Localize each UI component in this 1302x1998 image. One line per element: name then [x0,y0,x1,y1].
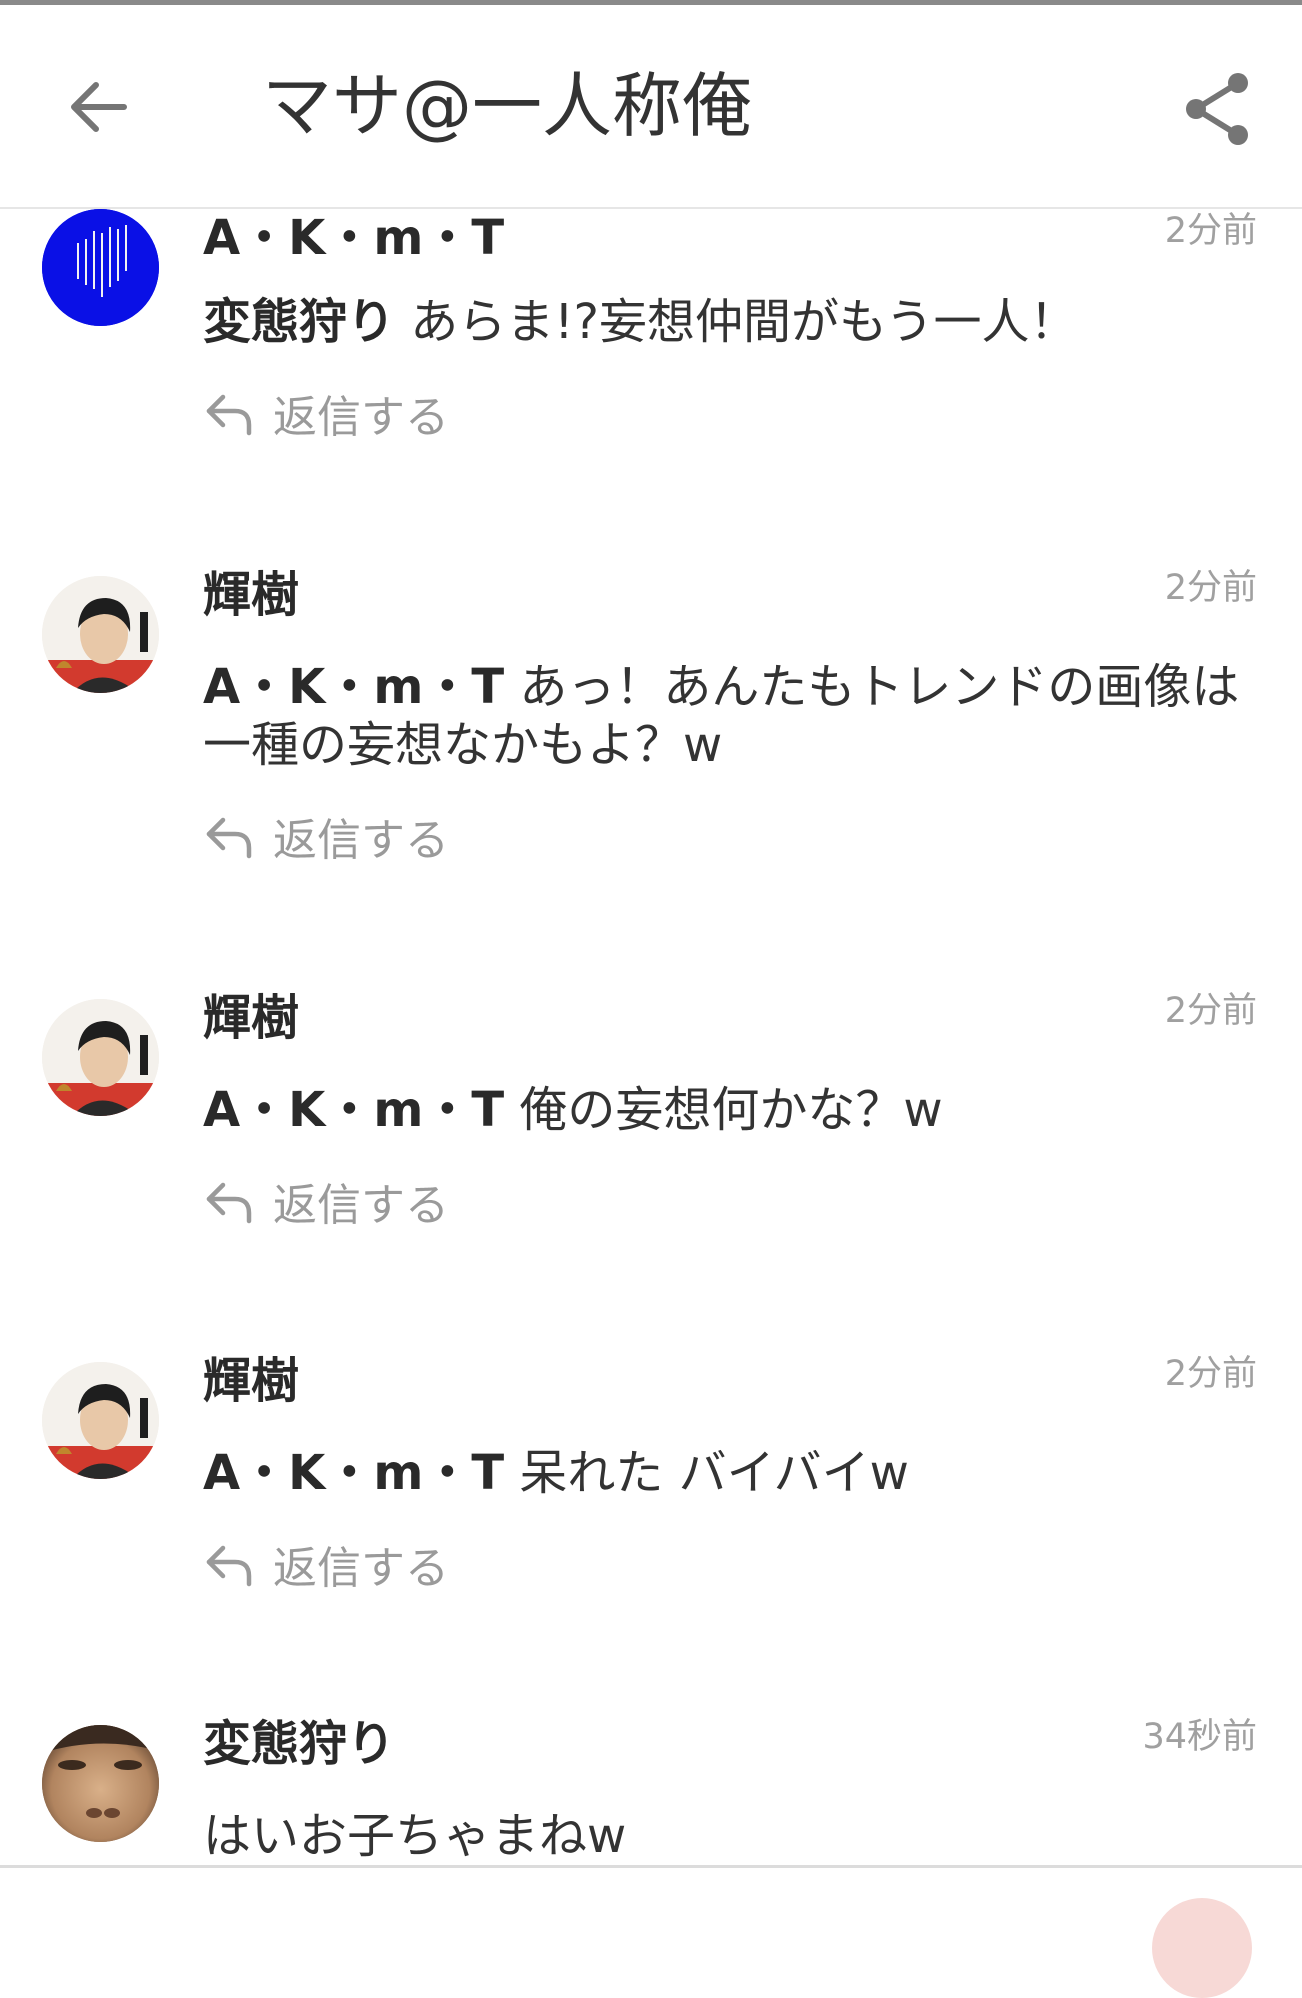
avatar-calligraphy-image [42,209,159,326]
comment-body: A・K・m・T 俺の妄想何かな？w [203,1081,1263,1139]
reply-button[interactable]: 返信する [203,385,449,443]
reply-mention[interactable]: A・K・m・T [203,1445,504,1501]
reply-label: 返信する [273,815,449,866]
avatar[interactable] [42,999,159,1116]
avatar[interactable] [42,576,159,693]
comment-timestamp: 2分前 [1164,211,1257,251]
reply-mention[interactable]: 変態狩り [203,294,395,350]
comment-author[interactable]: 輝樹 [203,989,299,1047]
comment-author[interactable]: 輝樹 [203,566,299,624]
floating-action-button[interactable] [1152,1898,1252,1998]
reply-label: 返信する [273,1180,449,1231]
avatar[interactable] [42,1362,159,1479]
reply-button[interactable]: 返信する [203,1173,449,1231]
page-title: マサ@一人称俺 [262,65,752,147]
avatar[interactable] [42,209,159,326]
comment-timestamp: 2分前 [1164,991,1257,1031]
arrow-left-icon [71,82,127,132]
comment-timestamp: 2分前 [1164,568,1257,608]
comment-author[interactable]: 変態狩り [203,1715,395,1773]
comment-text: 呆れた バイバイw [519,1445,909,1501]
comment-body: A・K・m・T あっ！あんたもトレンドの画像は一種の妄想なかもよ？w [203,658,1263,774]
reply-arrow-icon [206,1182,252,1224]
reply-arrow-icon [206,1545,252,1587]
comment-body: 変態狩り あらま!?妄想仲間がもう一人！ [203,293,1263,351]
reply-button[interactable]: 返信する [203,808,449,866]
comment-timestamp: 34秒前 [1142,1717,1257,1757]
avatar-portrait-image [42,576,159,693]
reply-arrow-icon [206,394,252,436]
comment-body: A・K・m・T 呆れた バイバイw [203,1444,1263,1502]
comment-body: はいお子ちゃまねw [203,1807,1263,1865]
comment-text: はいお子ちゃまねw [203,1808,627,1864]
avatar-face-image [42,1725,159,1842]
avatar[interactable] [42,1725,159,1842]
comment-text: あらま!?妄想仲間がもう一人！ [410,294,1078,350]
comment-timestamp: 2分前 [1164,1354,1257,1394]
app-header: マサ@一人称俺 [0,5,1302,209]
reply-label: 返信する [273,1543,449,1594]
share-button[interactable] [1180,69,1256,149]
avatar-portrait-image [42,999,159,1116]
comment-text: 俺の妄想何かな？w [519,1082,943,1138]
share-icon [1186,73,1248,145]
comment-feed[interactable]: A・K・m・T 2分前 変態狩り あらま!?妄想仲間がもう一人！ 返信する 輝樹… [0,209,1302,1865]
comment-author[interactable]: 輝樹 [203,1352,299,1410]
reply-button[interactable]: 返信する [203,1536,449,1594]
avatar-portrait-image [42,1362,159,1479]
reply-mention[interactable]: A・K・m・T [203,659,504,715]
bottom-divider [0,1865,1302,1868]
reply-mention[interactable]: A・K・m・T [203,1082,504,1138]
comment-author[interactable]: A・K・m・T [203,209,504,267]
reply-arrow-icon [206,817,252,859]
reply-label: 返信する [273,392,449,443]
back-button[interactable] [62,67,142,147]
